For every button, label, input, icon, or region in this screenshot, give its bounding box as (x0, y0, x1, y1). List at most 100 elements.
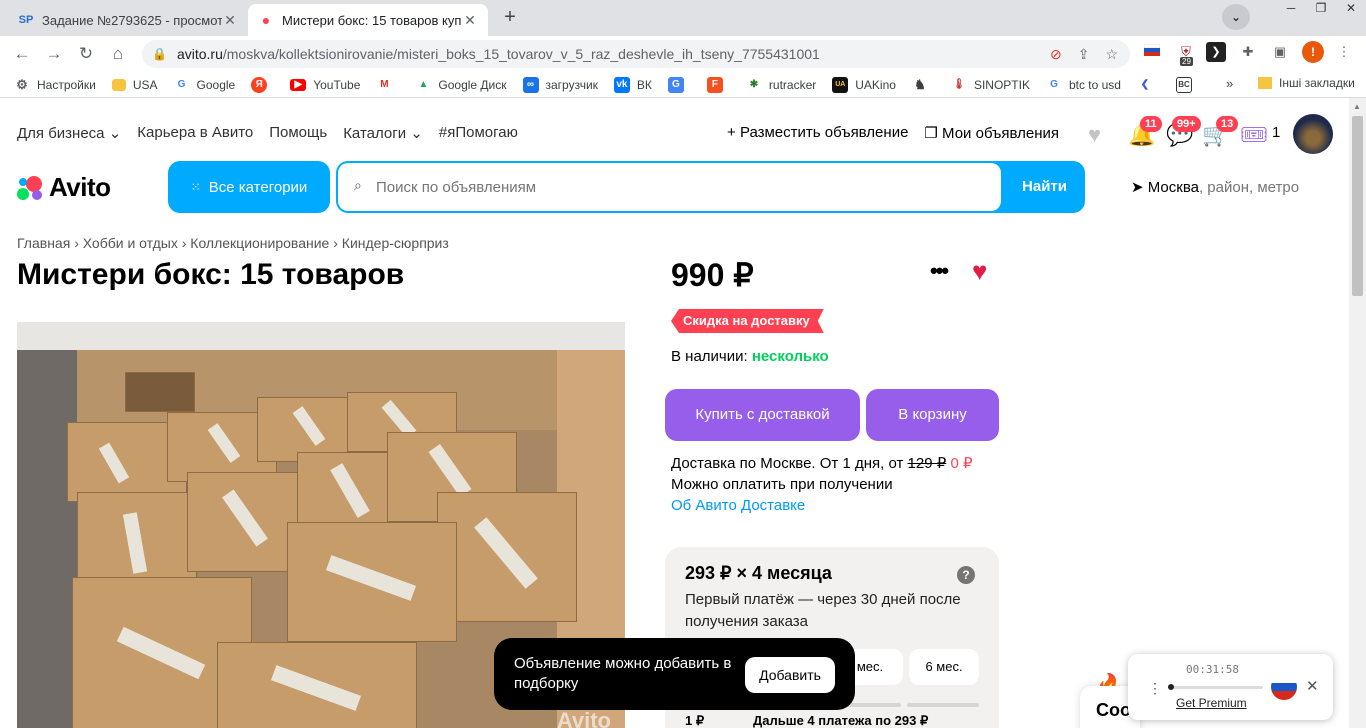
bc-icon: BC (1175, 76, 1192, 93)
bookmark-btc[interactable]: Gbtc to usd (1046, 77, 1121, 93)
tape (207, 423, 241, 463)
bookmark-f[interactable]: F (706, 76, 730, 93)
profile-avatar[interactable]: ! (1302, 41, 1324, 63)
add-to-cart-button[interactable]: В корзину (866, 389, 999, 441)
installment-chip[interactable]: 6 мес. (909, 649, 979, 685)
close-icon[interactable]: ✕ (462, 12, 478, 29)
tape (122, 512, 148, 574)
bookmark-drive[interactable]: ▲ Google Диск (415, 77, 506, 93)
back-icon[interactable]: ← (10, 42, 34, 66)
nav-help[interactable]: Помощь (269, 124, 327, 142)
bookmark-usa[interactable]: USA (111, 78, 158, 92)
breadcrumb-item[interactable]: Главная (17, 235, 70, 251)
forward-icon[interactable]: → (42, 42, 66, 66)
about-delivery-link[interactable]: Об Авито Доставке (671, 495, 973, 516)
all-categories-button[interactable]: ⁙ Все категории (168, 161, 330, 213)
thermometer-icon: 🌡 (952, 79, 966, 90)
tape (116, 626, 206, 680)
messages-badge: 99+ (1172, 116, 1201, 132)
blocked-icon[interactable]: ⊘ (1050, 46, 1062, 63)
browser-tab-strip: SP Задание №2793625 - просмотр ✕ ● Мисте… (0, 0, 1366, 36)
page-scrollbar[interactable]: ▲ (1349, 98, 1366, 728)
cardboard-box (437, 492, 577, 622)
bookmark-vk[interactable]: vk ВК (613, 76, 652, 93)
post-ad-link[interactable]: + Разместить объявление (727, 124, 908, 142)
buy-with-delivery-button[interactable]: Купить с доставкой (665, 389, 860, 441)
nav-catalogs[interactable]: Каталоги ⌄ (343, 124, 423, 142)
bookmark-arrow[interactable]: ❮ (1137, 77, 1160, 93)
close-icon[interactable]: ✕ (222, 12, 238, 29)
nav-help-hashtag[interactable]: #яПомогаю (439, 124, 518, 142)
toast-add-button[interactable]: Добавить (745, 657, 835, 693)
more-options-icon[interactable]: ••• (930, 258, 949, 284)
favorites-heart-icon[interactable]: ♥ (1088, 122, 1101, 148)
search-input[interactable] (338, 163, 1001, 211)
player-progress-track[interactable] (1168, 686, 1263, 689)
restore-icon[interactable]: ❐ (1306, 0, 1336, 18)
bookmark-uakino[interactable]: UA UAKino (832, 76, 896, 93)
cookie-text: Coo (1096, 700, 1131, 720)
menu-icon[interactable]: ⋮ (1334, 42, 1354, 62)
breadcrumb-item[interactable]: Хобби и отдых (83, 235, 178, 251)
flag-ru-icon[interactable] (1142, 42, 1162, 62)
home-icon[interactable]: ⌂ (106, 42, 130, 66)
close-icon[interactable]: ✕ (1306, 677, 1319, 695)
installment-subtitle: Первый платёж — через 30 дней после полу… (685, 591, 961, 630)
my-ads-link[interactable]: ❐ Мои объявления (924, 124, 1059, 142)
flag-ru-icon[interactable] (1271, 674, 1297, 700)
other-bookmarks[interactable]: Інші закладки (1258, 76, 1355, 90)
breadcrumb-item[interactable]: Киндер-сюрприз (342, 235, 449, 251)
puzzle-icon[interactable]: ✚ (1238, 42, 1258, 62)
help-icon[interactable]: ? (957, 566, 975, 584)
share-icon[interactable]: ⇪ (1078, 46, 1090, 63)
bookmarks-more-button[interactable]: » (1226, 76, 1233, 91)
chevron-down-icon: ⌄ (108, 125, 122, 142)
search-button[interactable]: Найти (1004, 161, 1085, 213)
star-icon[interactable]: ☆ (1105, 46, 1118, 63)
kebab-menu-icon[interactable]: ⋮ (1148, 680, 1162, 697)
minimize-icon[interactable]: ─ (1276, 0, 1306, 18)
bookmark-translate[interactable]: G (667, 76, 691, 93)
bookmark-settings[interactable]: ⚙ Настройки (14, 77, 96, 93)
nav-business[interactable]: Для бизнеса ⌄ (17, 124, 121, 142)
new-tab-button[interactable]: + (496, 6, 524, 30)
folder-icon (111, 78, 126, 91)
bookmark-google[interactable]: G Google (174, 77, 236, 93)
browser-tab-active[interactable]: ● Мистери бокс: 15 товаров купи ✕ (248, 4, 488, 36)
window-controls: ─ ❐ ✕ (1276, 0, 1366, 18)
bookmark-bc[interactable]: BC (1175, 76, 1199, 93)
favorite-heart-icon[interactable]: ♥ (972, 256, 987, 287)
close-window-icon[interactable]: ✕ (1336, 0, 1366, 18)
breadcrumb-item[interactable]: Коллекционирование (190, 235, 329, 251)
bookmark-label: SINOPTIK (973, 77, 1030, 92)
bookmark-label: Інші закладки (1279, 76, 1355, 90)
bookmark-yandex[interactable]: Я (251, 76, 274, 93)
bookmark-chess[interactable]: ♞ (912, 77, 935, 93)
terminal-icon[interactable]: ❯ (1206, 42, 1226, 62)
reload-icon[interactable]: ↻ (74, 42, 98, 66)
scroll-up-icon[interactable]: ▲ (1353, 102, 1361, 111)
vk-icon: vk (613, 76, 630, 93)
player-timer: 00:31:58 (1186, 663, 1239, 676)
sidepanel-icon[interactable]: ▣ (1270, 42, 1290, 62)
chevron-down-icon[interactable]: ⌄ (1222, 4, 1250, 30)
avito-logo[interactable]: Avito (17, 172, 111, 203)
bonus-ticket-icon[interactable]: 🎟 (1240, 122, 1268, 148)
address-bar[interactable]: 🔒 avito.ru/moskva/kollektsionirovanie/mi… (142, 40, 1130, 68)
bookmark-gmail[interactable]: M (376, 77, 399, 93)
nav-career[interactable]: Карьера в Авито (137, 124, 253, 142)
bookmark-youtube[interactable]: ▶ YouTube (290, 78, 360, 92)
avatar[interactable] (1293, 114, 1333, 154)
url-host: avito.ru (176, 46, 223, 62)
browser-tab[interactable]: SP Задание №2793625 - просмотр ✕ (8, 4, 248, 36)
bookmark-loader[interactable]: ∞ загрузчик (522, 76, 598, 93)
bookmark-rutracker[interactable]: ✱ rutracker (746, 77, 817, 93)
get-premium-link[interactable]: Get Premium (1176, 696, 1247, 710)
location-selector[interactable]: ➤ Москва, район, метро (1131, 178, 1299, 196)
player-progress-handle[interactable] (1168, 684, 1174, 690)
tab-favicon: ● (261, 12, 271, 28)
scrollbar-thumb[interactable] (1352, 116, 1363, 296)
gmail-icon: M (380, 79, 389, 90)
lock-icon[interactable]: 🔒 (152, 47, 167, 61)
bookmark-sinoptik[interactable]: 🌡 SINOPTIK (951, 77, 1030, 93)
